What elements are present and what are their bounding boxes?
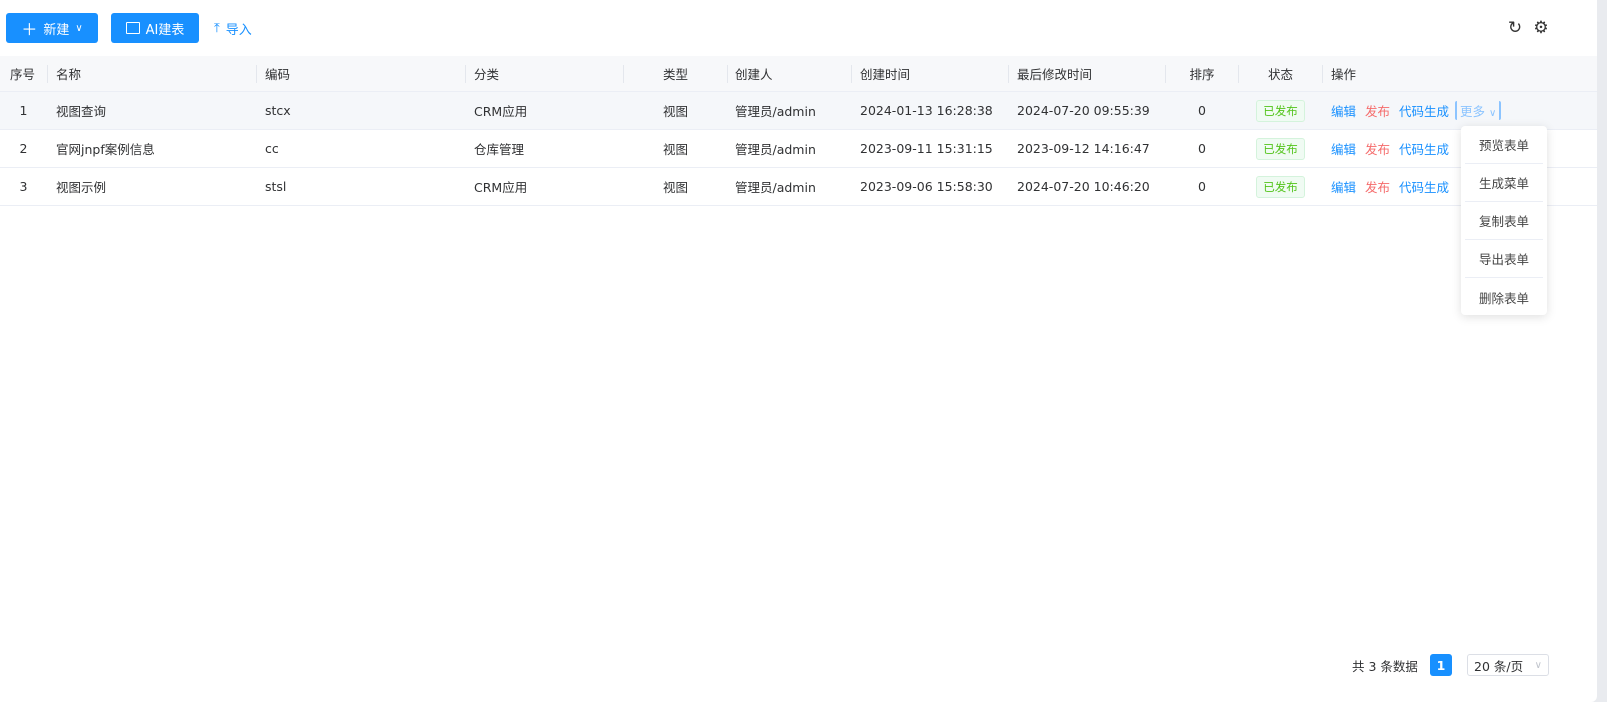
status-badge: 已发布: [1256, 175, 1305, 198]
header-category: 分类: [474, 67, 500, 82]
cell-type: 视图: [662, 180, 688, 195]
publish-link[interactable]: 发布: [1365, 101, 1390, 120]
cell-code: cc: [265, 141, 279, 156]
cell-name: 视图示例: [56, 180, 107, 195]
chevron-down-icon: ∨: [75, 22, 83, 34]
status-badge: 已发布: [1256, 99, 1305, 122]
table-row: 1 视图查询 stcx CRM应用 视图 管理员/admin 2024-01-1…: [0, 92, 1597, 130]
cell-creator: 管理员/admin: [735, 142, 816, 157]
table-icon: [125, 22, 140, 34]
cell-modified: 2023-09-12 14:16:47: [1017, 141, 1150, 156]
cell-category: 仓库管理: [474, 142, 525, 157]
cell-creator: 管理员/admin: [735, 180, 816, 195]
more-label: 更多: [1460, 104, 1486, 119]
menu-item-delete-form[interactable]: 删除表单: [1465, 278, 1543, 316]
header-actions: 操作: [1331, 67, 1357, 82]
more-dropdown-menu: 预览表单 生成菜单 复制表单 导出表单 删除表单: [1461, 126, 1547, 315]
publish-link[interactable]: 发布: [1365, 177, 1390, 196]
table-header: 序号 名称 编码 分类 类型 创建人 创建时间 最后修改时间 排序 状态 操作: [0, 56, 1597, 92]
cell-type: 视图: [662, 142, 688, 157]
cell-code: stcx: [265, 103, 291, 118]
new-label: 新建: [43, 22, 70, 38]
header-modified: 最后修改时间: [1017, 67, 1093, 82]
cell-created: 2023-09-06 15:58:30: [860, 179, 993, 194]
cell-type: 视图: [662, 104, 688, 119]
menu-item-generate-menu[interactable]: 生成菜单: [1465, 164, 1543, 202]
cell-creator: 管理员/admin: [735, 104, 816, 119]
import-button[interactable]: ⤒ 导入: [214, 13, 252, 43]
cell-sort: 0: [1198, 103, 1206, 118]
new-button[interactable]: ＋ 新建 ∨: [6, 13, 98, 43]
codegen-link[interactable]: 代码生成: [1399, 139, 1449, 158]
main-panel: ＋ 新建 ∨ AI建表 ⤒ 导入 ↻ ⚙ 序号 名称 编码 分类 类型 创建人 …: [0, 0, 1597, 702]
header-sort: 排序: [1189, 67, 1215, 82]
import-label: 导入: [225, 22, 252, 38]
edit-link[interactable]: 编辑: [1331, 101, 1356, 120]
ai-create-table-button[interactable]: AI建表: [111, 13, 199, 43]
more-dropdown-button[interactable]: 更多 ∨: [1455, 101, 1502, 120]
codegen-link[interactable]: 代码生成: [1399, 177, 1449, 196]
cell-name: 官网jnpf案例信息: [56, 142, 155, 157]
cell-category: CRM应用: [474, 104, 528, 119]
edit-link[interactable]: 编辑: [1331, 177, 1356, 196]
pagination-total: 共 3 条数据: [1352, 658, 1418, 674]
cell-modified: 2024-07-20 10:46:20: [1017, 179, 1150, 194]
header-status: 状态: [1267, 67, 1293, 82]
publish-link[interactable]: 发布: [1365, 139, 1390, 158]
cell-index: 2: [19, 141, 28, 156]
plus-icon: ＋: [21, 20, 38, 39]
cell-sort: 0: [1198, 179, 1206, 194]
cell-code: stsl: [265, 179, 287, 194]
cell-created: 2023-09-11 15:31:15: [860, 141, 993, 156]
table-row: 2 官网jnpf案例信息 cc 仓库管理 视图 管理员/admin 2023-0…: [0, 130, 1597, 168]
cell-index: 1: [19, 103, 28, 118]
upload-icon: ⤒: [214, 20, 220, 36]
cell-index: 3: [19, 179, 28, 194]
cell-category: CRM应用: [474, 180, 528, 195]
table-row: 3 视图示例 stsl CRM应用 视图 管理员/admin 2023-09-0…: [0, 168, 1597, 206]
edit-link[interactable]: 编辑: [1331, 139, 1356, 158]
header-type: 类型: [662, 67, 688, 82]
page-size-value: 20 条/页: [1474, 658, 1524, 674]
menu-item-export-form[interactable]: 导出表单: [1465, 240, 1543, 278]
refresh-icon[interactable]: ↻: [1505, 18, 1525, 38]
menu-item-copy-form[interactable]: 复制表单: [1465, 202, 1543, 240]
codegen-link[interactable]: 代码生成: [1399, 101, 1449, 120]
cell-name: 视图查询: [56, 104, 107, 119]
cell-modified: 2024-07-20 09:55:39: [1017, 103, 1150, 118]
status-badge: 已发布: [1256, 137, 1305, 160]
cell-created: 2024-01-13 16:28:38: [860, 103, 993, 118]
settings-gear-icon[interactable]: ⚙: [1531, 18, 1551, 38]
page-button-1[interactable]: 1: [1430, 654, 1452, 676]
header-index: 序号: [10, 67, 36, 82]
ai-label: AI建表: [145, 22, 185, 38]
menu-item-preview-form[interactable]: 预览表单: [1465, 126, 1543, 164]
chevron-down-icon: ∨: [1489, 108, 1497, 119]
chevron-down-icon: ∨: [1534, 659, 1542, 671]
header-code: 编码: [265, 67, 291, 82]
page-size-select[interactable]: 20 条/页 ∨: [1467, 654, 1549, 676]
cell-sort: 0: [1198, 141, 1206, 156]
header-creator: 创建人: [735, 67, 773, 82]
header-name: 名称: [56, 67, 82, 82]
header-created: 创建时间: [860, 67, 911, 82]
